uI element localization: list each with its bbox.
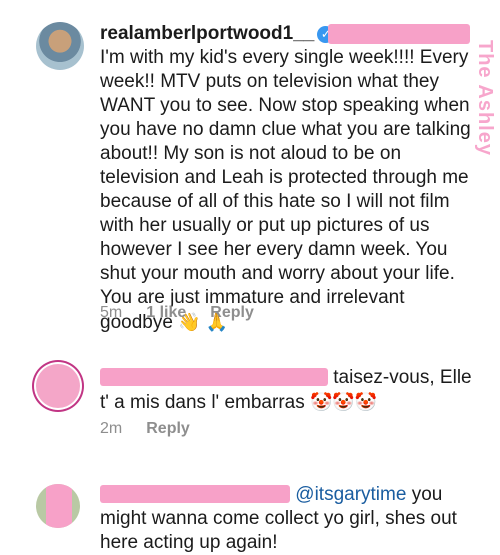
avatar[interactable]	[36, 22, 84, 70]
comment-text: taisez-vous, Elle t' a mis dans l' embar…	[100, 366, 478, 415]
comment-meta: 2m Reply	[100, 420, 190, 438]
reply-button[interactable]: Reply	[146, 420, 190, 438]
mention-link[interactable]: @itsgarytime	[295, 484, 406, 505]
timestamp: 5m	[100, 304, 123, 321]
comment-text: realamberlportwood1__ ✓ I'm with my kid's…	[100, 22, 478, 335]
redacted-username	[100, 485, 290, 503]
reply-button[interactable]: Reply	[210, 304, 254, 322]
comment-text: @itsgarytime you might wanna come collec…	[100, 483, 478, 555]
avatar[interactable]	[36, 364, 80, 408]
likes-count[interactable]: 1 like	[146, 304, 186, 322]
redacted-username	[328, 24, 470, 44]
timestamp: 2m	[100, 420, 123, 437]
avatar[interactable]	[36, 484, 80, 528]
comment-body: I'm with my kid's every single week!!!! …	[100, 47, 471, 333]
comment-meta: 5m 1 like Reply	[100, 304, 254, 322]
redacted-username	[100, 368, 328, 386]
username[interactable]: realamberlportwood1__	[100, 23, 314, 44]
emoji: 🤡🤡🤡	[310, 392, 378, 412]
